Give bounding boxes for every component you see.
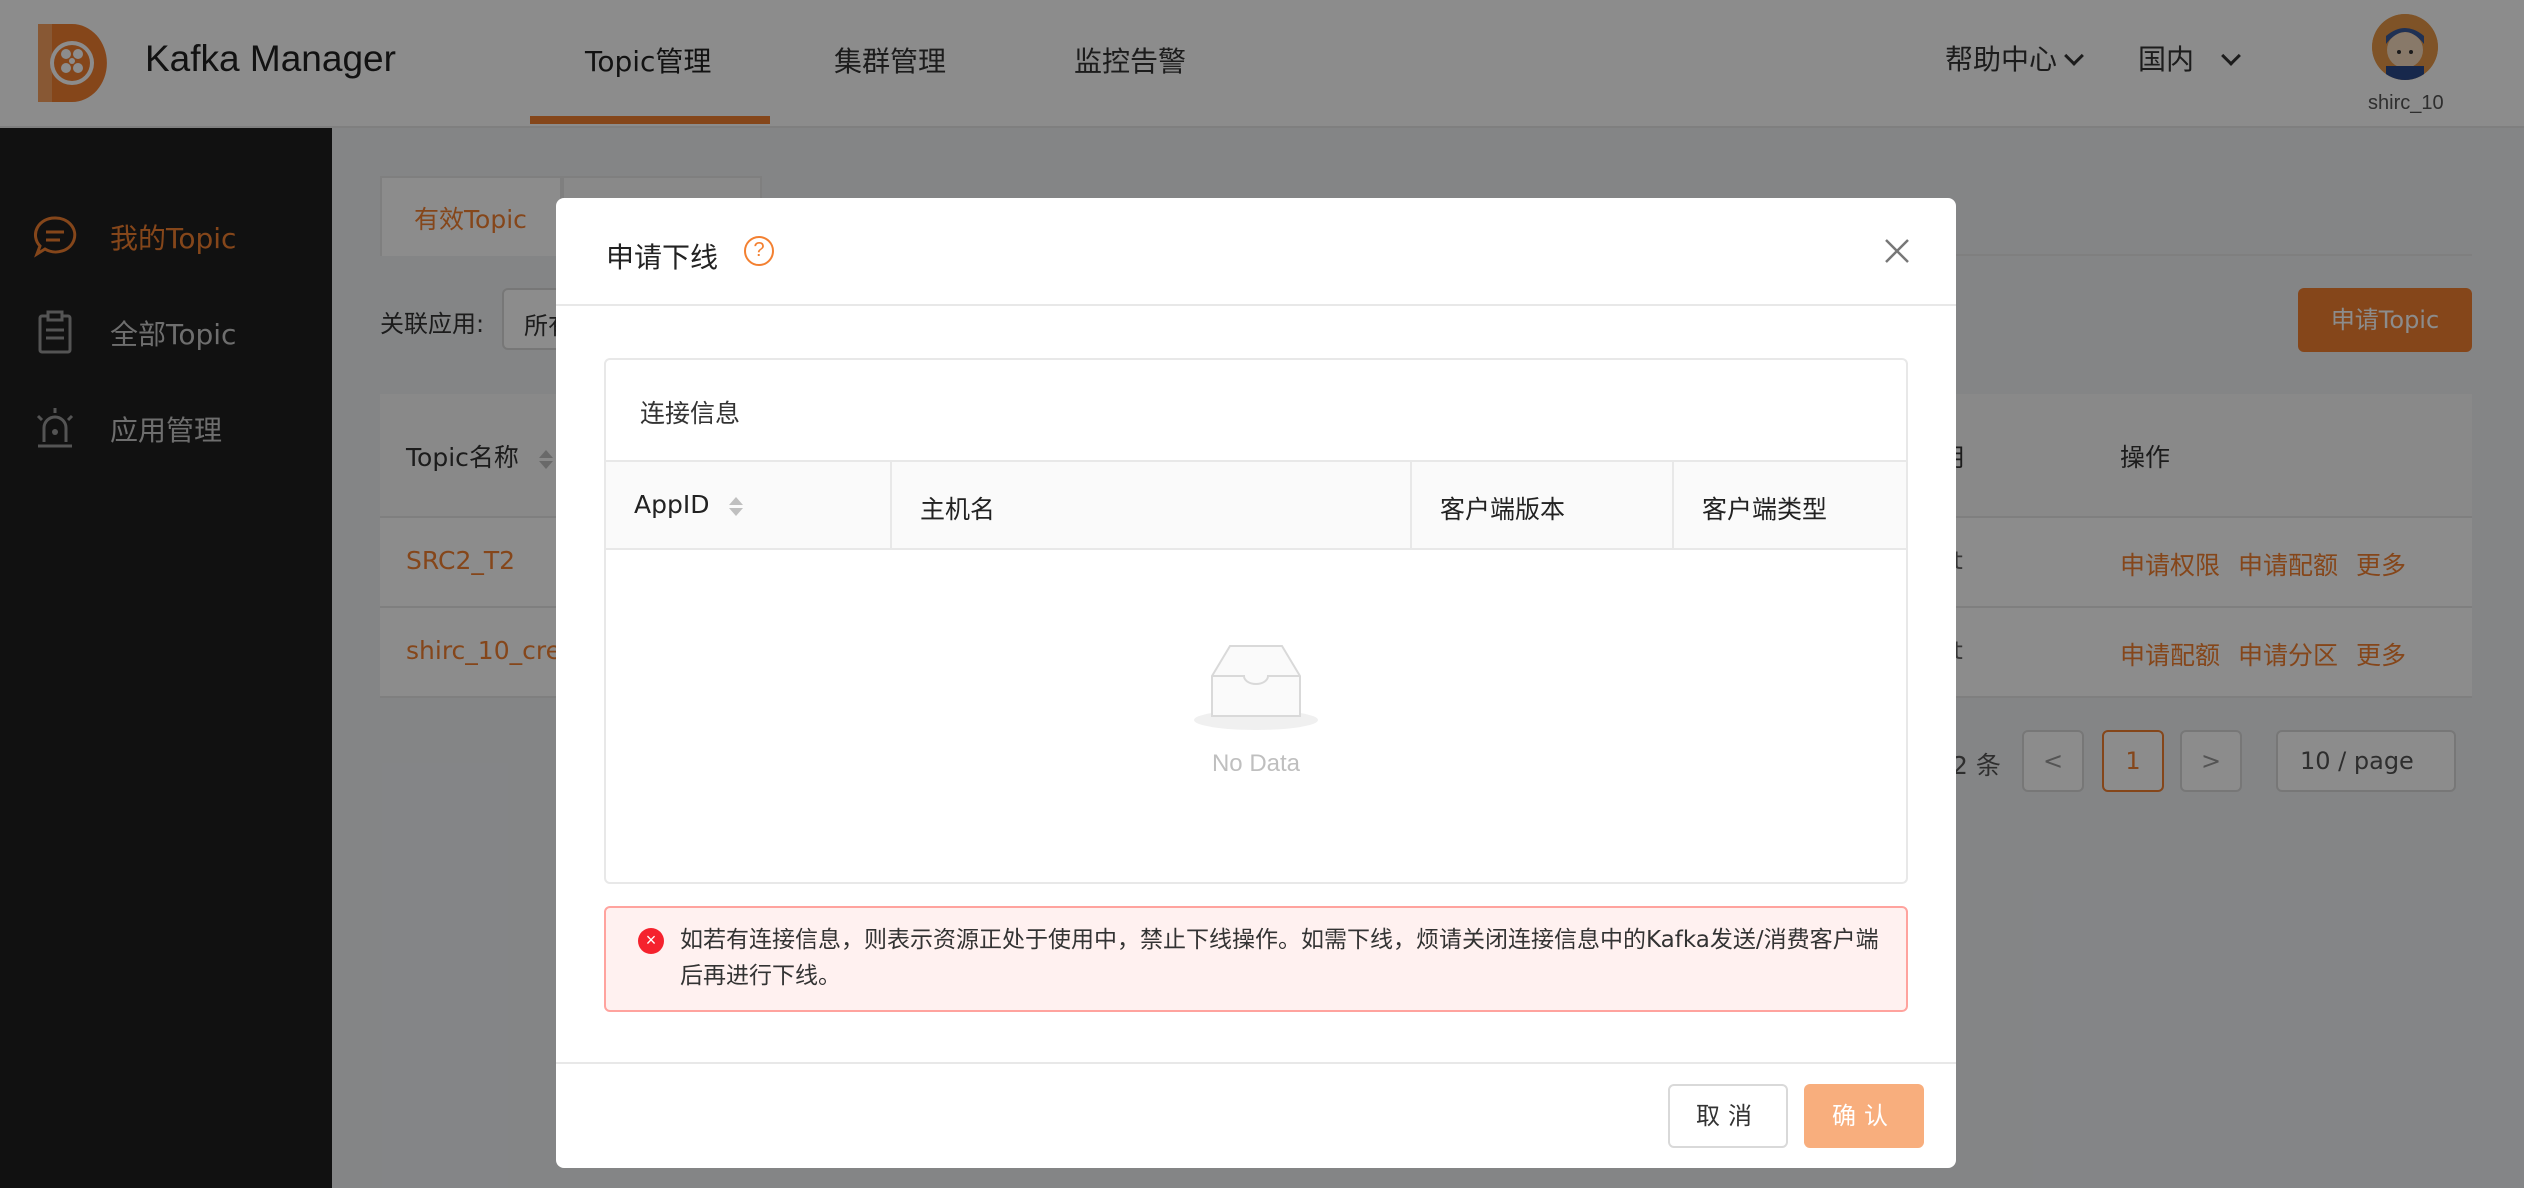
connection-info-title: 连接信息 — [640, 399, 741, 428]
empty-inbox-icon — [1194, 645, 1318, 730]
cancel-button[interactable]: 取消 — [1668, 1084, 1788, 1148]
connection-info-card: 连接信息 AppID 主机名 客户端版本 客户端类型 No Data — [604, 358, 1908, 884]
modal-title: 申请下线 — [606, 241, 719, 274]
error-circle-icon: × — [638, 928, 664, 954]
question-circle-icon[interactable]: ? — [744, 236, 774, 266]
offline-request-modal: 申请下线 ? 连接信息 AppID 主机名 客户端版本 客户端类型 No Dat… — [556, 198, 1956, 1168]
column-header-appid[interactable]: AppID — [606, 462, 892, 548]
error-alert: × 如若有连接信息，则表示资源正处于使用中，禁止下线操作。如需下线，烦请关闭连接… — [604, 906, 1908, 1012]
modal-header: 申请下线 ? — [556, 198, 1956, 306]
empty-text: No Data — [1211, 750, 1301, 777]
empty-state: No Data — [606, 552, 1906, 882]
column-header-label: AppID — [634, 490, 710, 519]
close-icon[interactable] — [1882, 236, 1912, 266]
column-header-client-version: 客户端版本 — [1412, 462, 1674, 548]
column-header-hostname: 主机名 — [892, 462, 1412, 548]
sort-icon[interactable] — [729, 496, 744, 516]
column-header-client-type: 客户端类型 — [1702, 495, 1828, 524]
modal-footer: 取消 确认 — [556, 1062, 1956, 1168]
confirm-button[interactable]: 确认 — [1804, 1084, 1924, 1148]
alert-message: 如若有连接信息，则表示资源正处于使用中，禁止下线操作。如需下线，烦请关闭连接信息… — [680, 927, 1879, 989]
connection-table-header: AppID 主机名 客户端版本 客户端类型 — [606, 460, 1906, 550]
